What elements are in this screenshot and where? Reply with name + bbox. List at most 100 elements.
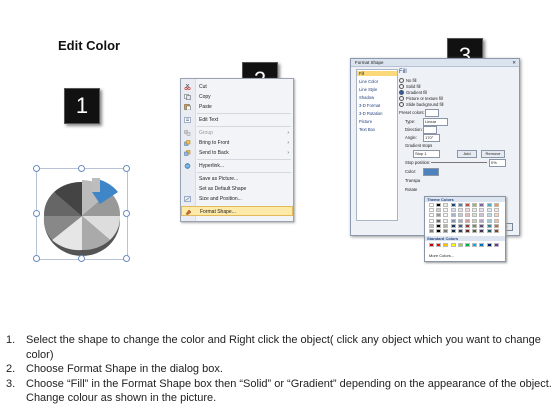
- radio-slide-background-fill[interactable]: Slide background fill: [399, 102, 443, 108]
- theme-color-swatch[interactable]: [429, 208, 434, 213]
- menu-item-hyperlink[interactable]: Hyperlink...: [181, 161, 293, 171]
- theme-color-swatch[interactable]: [457, 213, 463, 218]
- theme-color-swatch[interactable]: [493, 203, 499, 207]
- sidebar-item-shadow[interactable]: Shadow: [359, 95, 374, 100]
- theme-color-swatch[interactable]: [479, 229, 485, 233]
- resize-handle-b[interactable]: [78, 255, 85, 262]
- radio-no-fill[interactable]: No fill: [399, 78, 416, 84]
- menu-item-size-and-position[interactable]: Size and Position...: [181, 194, 293, 204]
- menu-item-bring-to-front[interactable]: Bring to Front ›: [181, 138, 293, 148]
- theme-color-swatch[interactable]: [436, 229, 442, 233]
- theme-color-swatch[interactable]: [486, 203, 492, 207]
- theme-color-swatch[interactable]: [450, 218, 456, 223]
- theme-color-swatch[interactable]: [450, 203, 456, 207]
- theme-color-swatch[interactable]: [465, 213, 470, 218]
- stop-select[interactable]: Stop 1: [413, 150, 440, 158]
- theme-color-swatch[interactable]: [472, 218, 478, 223]
- theme-color-swatch[interactable]: [436, 218, 442, 223]
- theme-color-swatch[interactable]: [450, 208, 456, 213]
- resize-handle-tl[interactable]: [33, 165, 40, 172]
- theme-color-swatch[interactable]: [443, 218, 449, 223]
- theme-color-swatch[interactable]: [472, 223, 478, 228]
- theme-color-swatch[interactable]: [429, 229, 434, 233]
- theme-color-swatch[interactable]: [479, 223, 485, 228]
- theme-color-swatch[interactable]: [429, 223, 434, 228]
- theme-color-swatch[interactable]: [472, 229, 478, 233]
- standard-color-swatch[interactable]: [479, 243, 485, 247]
- theme-color-swatch[interactable]: [457, 208, 463, 213]
- theme-color-swatch[interactable]: [443, 229, 449, 233]
- theme-color-swatch[interactable]: [429, 213, 434, 218]
- theme-color-swatch[interactable]: [436, 208, 442, 213]
- theme-color-swatch[interactable]: [465, 203, 470, 207]
- selected-pie-shape[interactable]: [33, 165, 130, 262]
- radio-gradient-fill[interactable]: Gradient fill: [399, 90, 427, 96]
- theme-color-swatch[interactable]: [457, 203, 463, 207]
- theme-color-swatch[interactable]: [472, 203, 478, 207]
- theme-color-swatch[interactable]: [493, 229, 499, 233]
- theme-color-swatch[interactable]: [457, 229, 463, 233]
- standard-color-swatch[interactable]: [472, 243, 478, 247]
- theme-color-swatch[interactable]: [486, 218, 492, 223]
- theme-color-swatch[interactable]: [457, 218, 463, 223]
- theme-color-swatch[interactable]: [450, 213, 456, 218]
- theme-color-swatch[interactable]: [457, 223, 463, 228]
- theme-color-swatch[interactable]: [443, 203, 449, 207]
- theme-color-swatch[interactable]: [486, 223, 492, 228]
- rotate-checkbox[interactable]: Rotate: [405, 187, 417, 192]
- theme-color-swatch[interactable]: [465, 218, 470, 223]
- theme-color-swatch[interactable]: [436, 223, 442, 228]
- theme-color-swatch[interactable]: [450, 223, 456, 228]
- resize-handle-bl[interactable]: [33, 255, 40, 262]
- resize-handle-r[interactable]: [123, 210, 130, 217]
- standard-color-swatch[interactable]: [486, 243, 492, 247]
- theme-color-swatch[interactable]: [436, 213, 442, 218]
- sidebar-item-3d-rotation[interactable]: 3-D Rotation: [359, 111, 383, 116]
- radio-solid-fill[interactable]: Solid fill: [399, 84, 420, 90]
- menu-item-save-as-picture[interactable]: Save as Picture...: [181, 174, 293, 184]
- direction-button[interactable]: [423, 126, 437, 134]
- sidebar-item-line-color[interactable]: Line Color: [359, 79, 378, 84]
- menu-item-cut[interactable]: Cut: [181, 82, 293, 92]
- remove-stop-button[interactable]: Remove: [481, 150, 505, 158]
- sidebar-item-text-box[interactable]: Text Box: [359, 127, 375, 132]
- standard-color-swatch[interactable]: [429, 243, 434, 247]
- stop-position-slider[interactable]: [431, 162, 487, 163]
- sidebar-item-picture[interactable]: Picture: [359, 119, 372, 124]
- theme-color-swatch[interactable]: [429, 203, 434, 207]
- more-colors-link[interactable]: More Colors...: [429, 253, 454, 258]
- theme-color-swatch[interactable]: [493, 208, 499, 213]
- theme-color-swatch[interactable]: [479, 218, 485, 223]
- standard-color-swatch[interactable]: [465, 243, 470, 247]
- standard-color-swatch[interactable]: [493, 243, 499, 247]
- menu-item-send-to-back[interactable]: Send to Back ›: [181, 148, 293, 158]
- angle-input[interactable]: 170°: [423, 134, 440, 142]
- menu-item-paste[interactable]: Paste: [181, 102, 293, 112]
- sidebar-item-fill[interactable]: Fill: [357, 71, 397, 76]
- color-button[interactable]: [423, 168, 439, 176]
- theme-color-swatch[interactable]: [465, 223, 470, 228]
- menu-item-copy[interactable]: Copy: [181, 92, 293, 102]
- resize-handle-tr[interactable]: [123, 165, 130, 172]
- menu-item-format-shape[interactable]: Format Shape...: [181, 206, 293, 216]
- theme-color-swatch[interactable]: [443, 213, 449, 218]
- theme-color-swatch[interactable]: [486, 213, 492, 218]
- theme-color-swatch[interactable]: [479, 208, 485, 213]
- theme-color-swatch[interactable]: [443, 223, 449, 228]
- theme-color-swatch[interactable]: [472, 208, 478, 213]
- sidebar-item-line-style[interactable]: Line Style: [359, 87, 377, 92]
- add-stop-button[interactable]: Add: [457, 150, 477, 158]
- theme-color-swatch[interactable]: [486, 229, 492, 233]
- theme-color-swatch[interactable]: [493, 223, 499, 228]
- theme-color-swatch[interactable]: [479, 203, 485, 207]
- sidebar-item-3d-format[interactable]: 3-D Format: [359, 103, 380, 108]
- standard-color-swatch[interactable]: [450, 243, 456, 247]
- standard-color-swatch[interactable]: [457, 243, 463, 247]
- theme-color-swatch[interactable]: [465, 229, 470, 233]
- menu-item-edit-text[interactable]: Edit Text: [181, 115, 293, 125]
- resize-handle-br[interactable]: [123, 255, 130, 262]
- theme-color-swatch[interactable]: [450, 229, 456, 233]
- stop-position-input[interactable]: 0%: [489, 159, 506, 167]
- theme-color-swatch[interactable]: [493, 213, 499, 218]
- theme-color-swatch[interactable]: [465, 208, 470, 213]
